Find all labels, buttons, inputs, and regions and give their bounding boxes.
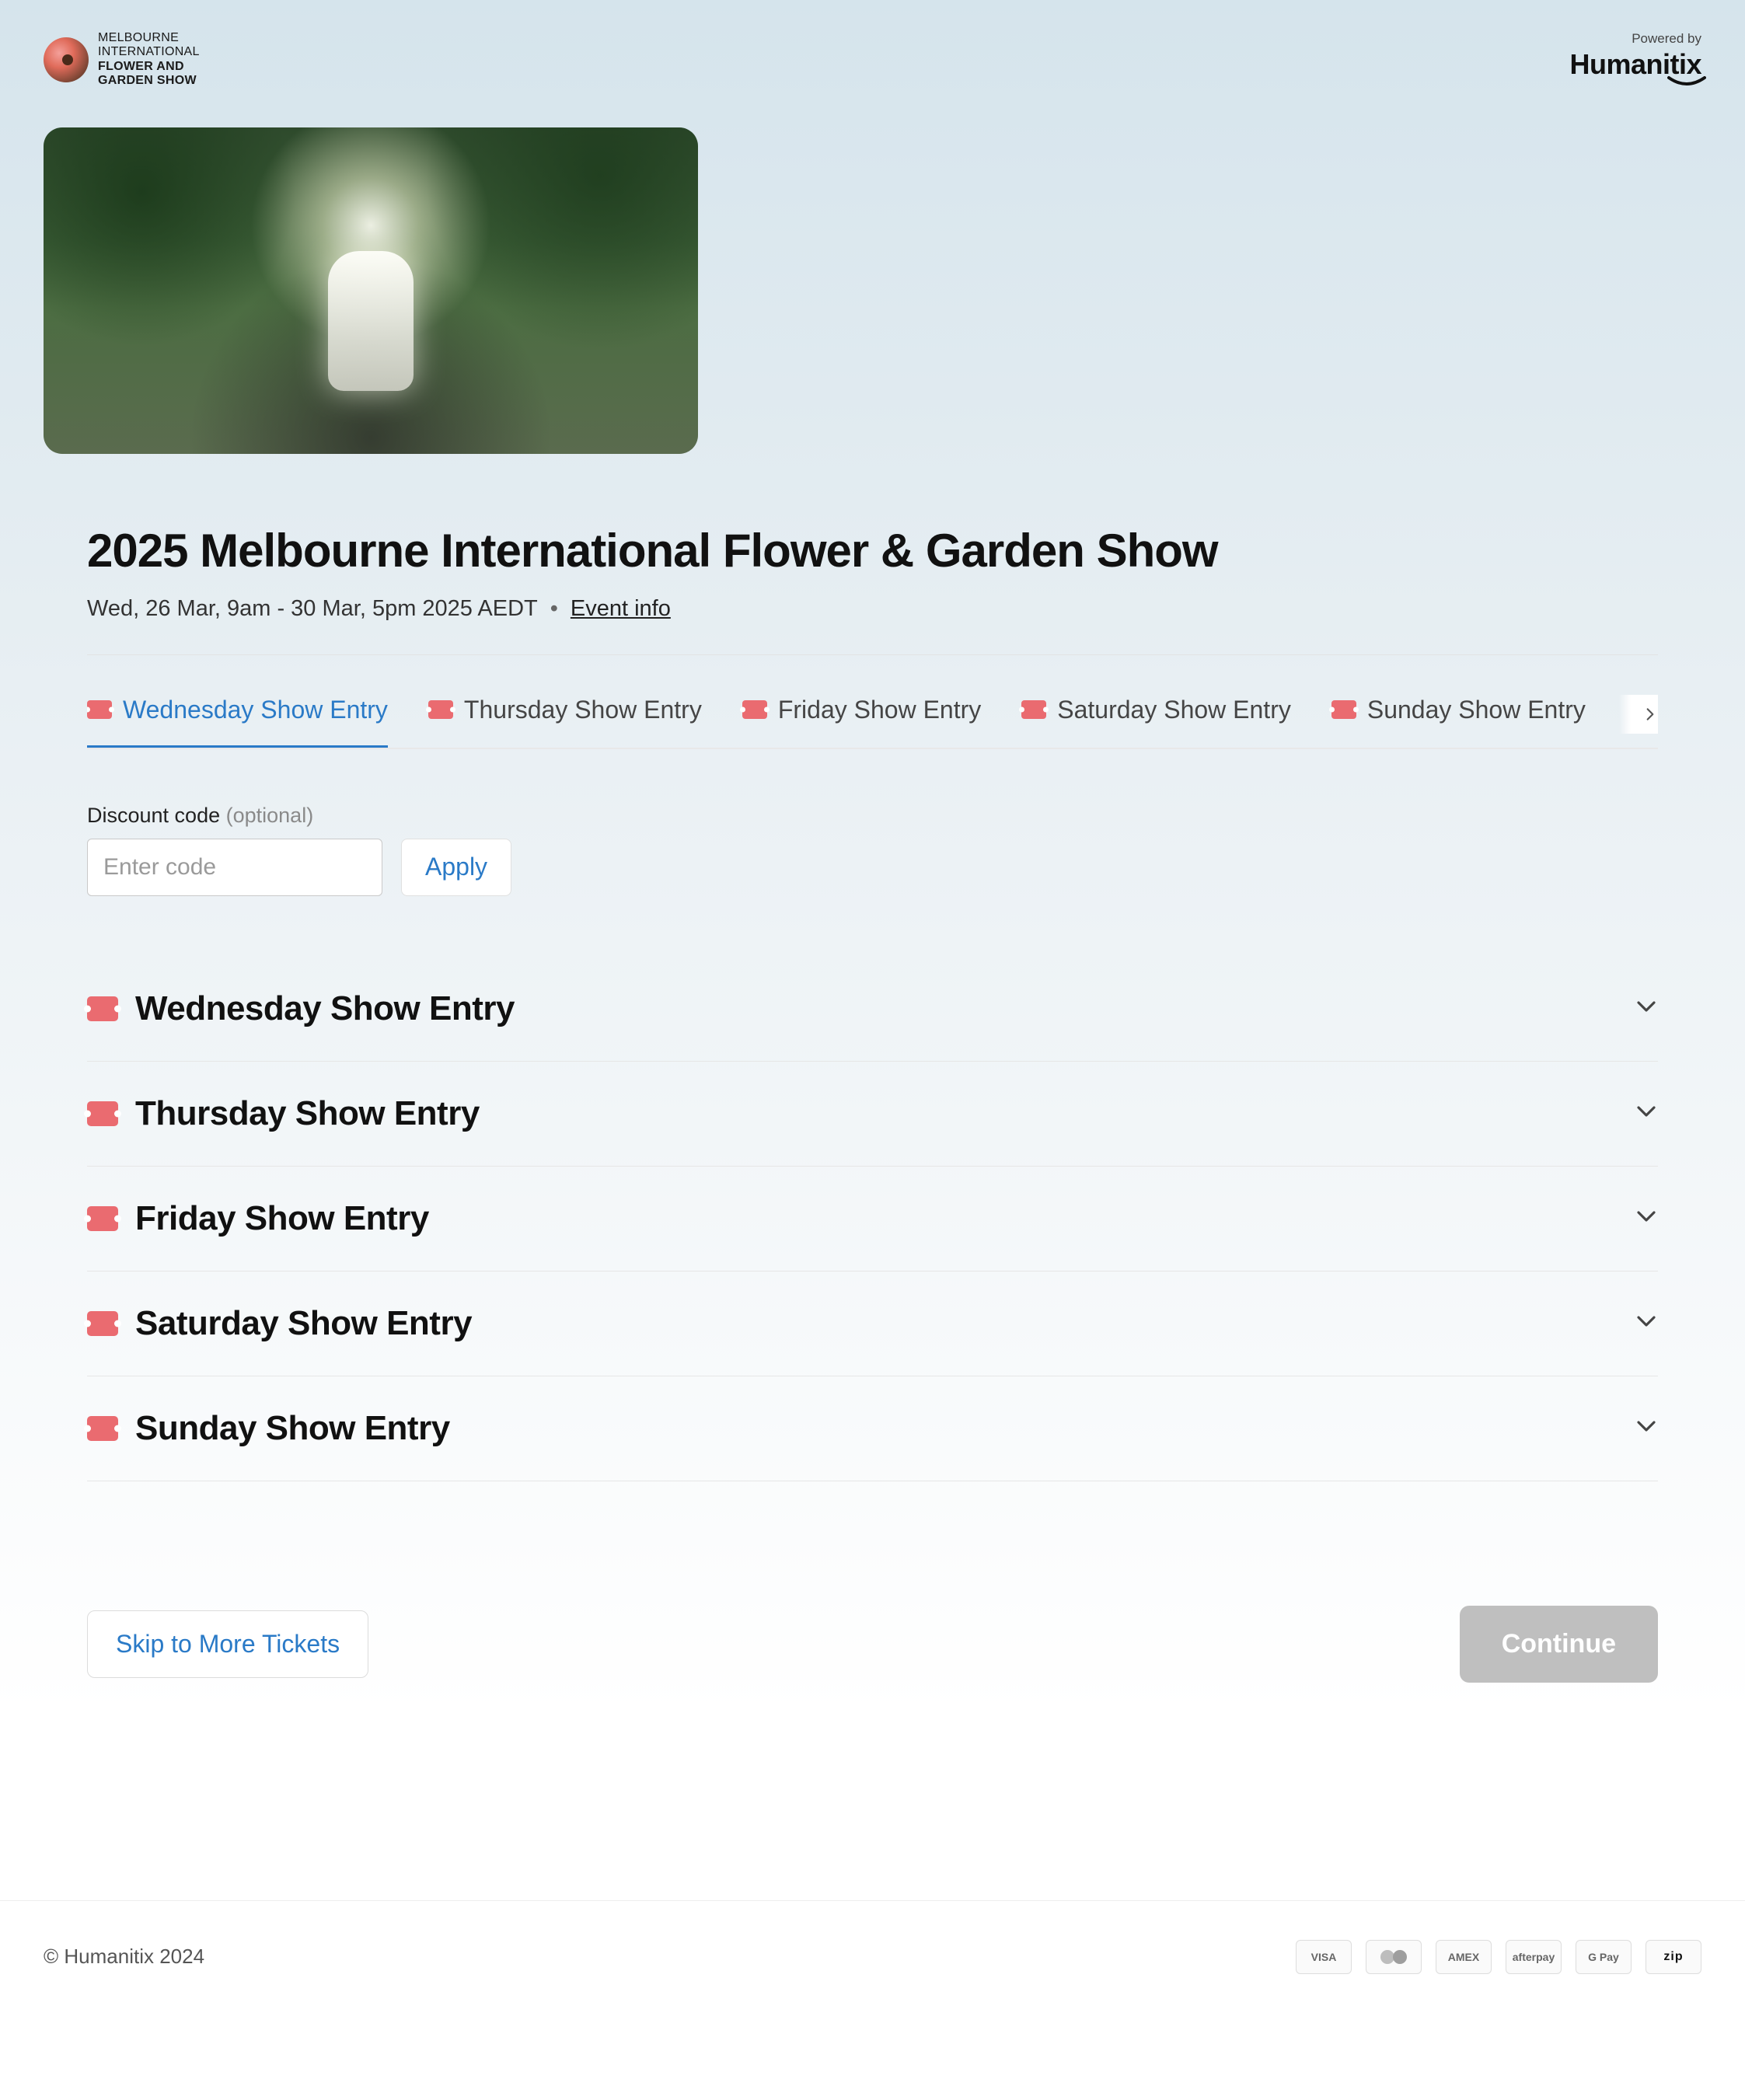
skip-to-more-tickets-button[interactable]: Skip to More Tickets (87, 1610, 368, 1678)
event-logo-text: MELBOURNE INTERNATIONAL FLOWER AND GARDE… (98, 31, 200, 89)
section-friday[interactable]: Friday Show Entry (87, 1167, 1658, 1272)
powered-by: Powered by Humanitix (1569, 31, 1701, 81)
section-saturday[interactable]: Saturday Show Entry (87, 1272, 1658, 1376)
tabs: Wednesday Show Entry Thursday Show Entry… (87, 696, 1658, 749)
chevron-down-icon (1635, 995, 1658, 1022)
event-title: 2025 Melbourne International Flower & Ga… (87, 524, 1658, 577)
ticket-icon (87, 996, 118, 1021)
section-sunday[interactable]: Sunday Show Entry (87, 1376, 1658, 1481)
chevron-down-icon (1635, 1100, 1658, 1127)
chevron-right-icon (1642, 705, 1658, 724)
continue-button[interactable]: Continue (1460, 1606, 1658, 1683)
apply-button[interactable]: Apply (401, 839, 511, 896)
tab-wednesday[interactable]: Wednesday Show Entry (87, 696, 388, 748)
mastercard-logo (1366, 1940, 1422, 1974)
chevron-down-icon (1635, 1205, 1658, 1232)
event-datetime: Wed, 26 Mar, 9am - 30 Mar, 5pm 2025 AEDT (87, 596, 538, 622)
tab-friday[interactable]: Friday Show Entry (742, 696, 981, 748)
section-wednesday[interactable]: Wednesday Show Entry (87, 989, 1658, 1062)
event-info-link[interactable]: Event info (571, 596, 671, 622)
ticket-icon (87, 1416, 118, 1441)
ticket-icon (87, 1101, 118, 1126)
event-hero-image (44, 127, 698, 454)
tab-saturday[interactable]: Saturday Show Entry (1021, 696, 1291, 748)
event-logo: MELBOURNE INTERNATIONAL FLOWER AND GARDE… (44, 31, 200, 89)
ticket-icon (87, 700, 112, 719)
discount-label: Discount code (optional) (87, 804, 1658, 828)
copyright: © Humanitix 2024 (44, 1945, 204, 1969)
ticket-icon (87, 1206, 118, 1231)
ticket-icon (87, 1311, 118, 1336)
section-thursday[interactable]: Thursday Show Entry (87, 1062, 1658, 1167)
visa-logo: VISA (1296, 1940, 1352, 1974)
flower-icon (44, 37, 89, 82)
chevron-down-icon (1635, 1415, 1658, 1442)
ticket-sections: Wednesday Show Entry Thursday Show Entry… (87, 989, 1658, 1481)
chevron-down-icon (1635, 1310, 1658, 1337)
ticket-icon (1331, 700, 1356, 719)
divider (87, 654, 1658, 655)
ticket-icon (428, 700, 453, 719)
tab-thursday[interactable]: Thursday Show Entry (428, 696, 702, 748)
zip-logo: zip (1646, 1940, 1701, 1974)
amex-logo: AMEX (1436, 1940, 1492, 1974)
discount-code-input[interactable] (87, 839, 382, 896)
humanitix-logo: Humanitix (1569, 48, 1701, 81)
google-pay-logo: G Pay (1576, 1940, 1632, 1974)
ticket-icon (1021, 700, 1046, 719)
afterpay-logo: afterpay (1506, 1940, 1562, 1974)
ticket-icon (742, 700, 767, 719)
tabs-scroll-right[interactable] (1619, 695, 1658, 734)
tab-sunday[interactable]: Sunday Show Entry (1331, 696, 1586, 748)
payment-logos: VISA AMEX afterpay G Pay zip (1296, 1940, 1701, 1974)
